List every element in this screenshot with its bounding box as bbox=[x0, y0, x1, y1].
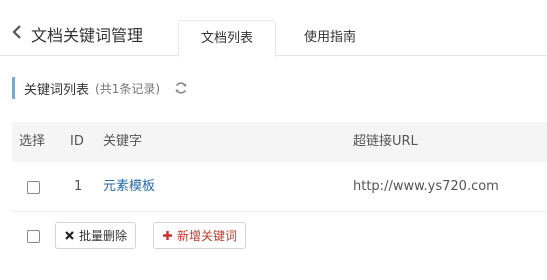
tab-document-list[interactable]: 文档列表 bbox=[178, 20, 276, 57]
batch-delete-label: 批量删除 bbox=[79, 229, 128, 243]
tab-usage-guide[interactable]: 使用指南 bbox=[286, 20, 374, 57]
table-footer: 批量删除 新增关键词 bbox=[12, 212, 547, 260]
add-keyword-button[interactable]: 新增关键词 bbox=[153, 222, 247, 249]
close-icon bbox=[64, 230, 75, 241]
column-url: 超链接URL bbox=[353, 134, 418, 149]
row-id: 1 bbox=[74, 179, 83, 194]
add-keyword-label: 新增关键词 bbox=[177, 229, 238, 243]
select-all-checkbox[interactable] bbox=[27, 230, 40, 243]
row-checkbox[interactable] bbox=[27, 181, 40, 194]
table-header: 选择 ID 关键字 超链接URL bbox=[12, 122, 547, 162]
column-select: 选择 bbox=[19, 134, 46, 149]
column-keyword: 关键字 bbox=[103, 134, 143, 149]
batch-delete-button[interactable]: 批量删除 bbox=[55, 222, 137, 249]
record-count: (共1条记录) bbox=[95, 81, 161, 96]
chevron-left-icon[interactable] bbox=[10, 24, 24, 40]
table-row: 1 元素模板 http://www.ys720.com bbox=[12, 162, 547, 212]
section-title: 关键词列表 bbox=[24, 82, 90, 98]
page-header: 文档关键词管理 文档列表 使用指南 bbox=[0, 0, 547, 57]
keyword-link[interactable]: 元素模板 bbox=[103, 162, 155, 212]
page-title: 文档关键词管理 bbox=[31, 26, 144, 45]
section-heading: 关键词列表 (共1条记录) bbox=[12, 77, 188, 99]
refresh-icon[interactable] bbox=[174, 81, 188, 95]
plus-icon bbox=[162, 230, 173, 241]
row-url: http://www.ys720.com bbox=[353, 179, 499, 194]
column-id: ID bbox=[70, 134, 84, 149]
